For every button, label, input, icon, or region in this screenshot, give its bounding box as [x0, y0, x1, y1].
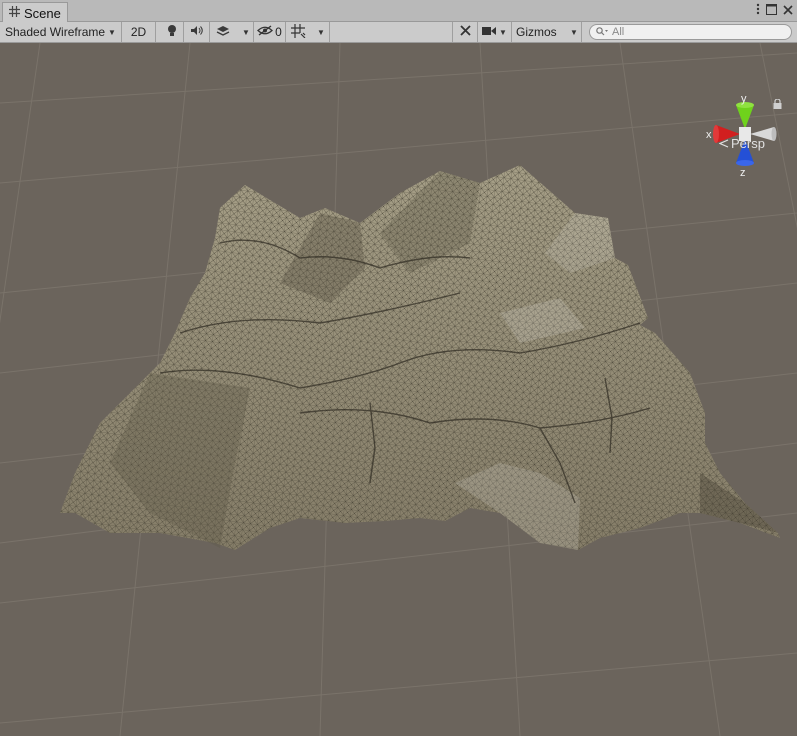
hidden-count: 0: [275, 25, 282, 39]
search-icon: [596, 25, 608, 39]
kebab-menu-icon[interactable]: [756, 3, 760, 18]
scene-viewport[interactable]: y x z Persp: [0, 43, 797, 736]
camera-icon: [482, 25, 497, 39]
window-tab-bar: Scene: [0, 0, 797, 23]
gizmos-button[interactable]: Gizmos: [512, 22, 564, 42]
scene-tab[interactable]: Scene: [2, 2, 68, 23]
toggle-2d-label: 2D: [130, 25, 147, 39]
audio-toggle[interactable]: [184, 22, 210, 42]
scene-tab-label: Scene: [24, 5, 61, 21]
camera-settings-dropdown[interactable]: ▼: [478, 22, 512, 42]
grid-icon: [9, 6, 20, 20]
grid-snap-icon: [290, 23, 306, 41]
chevron-down-icon: ▼: [108, 27, 116, 37]
chevron-down-icon: ▼: [570, 27, 578, 37]
draw-mode-dropdown[interactable]: Shaded Wireframe ▼: [0, 22, 122, 42]
toggle-2d-button[interactable]: 2D: [122, 22, 156, 42]
layers-icon: [216, 25, 230, 40]
maximize-icon[interactable]: [766, 3, 777, 18]
eye-slash-icon: [257, 25, 274, 39]
chevron-down-icon: ▼: [317, 27, 325, 37]
tools-toggle[interactable]: [452, 22, 478, 42]
close-icon[interactable]: [783, 3, 793, 18]
tools-icon: [459, 24, 472, 40]
gizmos-dropdown[interactable]: ▼: [564, 22, 582, 42]
draw-mode-label: Shaded Wireframe: [5, 25, 106, 39]
search-field[interactable]: [589, 24, 792, 40]
lightbulb-icon: [167, 24, 177, 40]
speaker-icon: [190, 25, 203, 39]
lock-icon[interactable]: [773, 98, 782, 112]
projection-label: Persp: [731, 136, 765, 151]
y-axis-handle[interactable]: [736, 102, 754, 129]
lighting-toggle[interactable]: [160, 22, 184, 42]
projection-toggle[interactable]: Persp: [718, 136, 765, 151]
chevron-down-icon: ▼: [242, 27, 250, 37]
terrain-mesh: [60, 165, 780, 550]
x-axis-label: x: [706, 129, 712, 141]
effects-toggle[interactable]: [210, 22, 236, 42]
hidden-objects-toggle[interactable]: 0: [254, 22, 286, 42]
grid-toggle[interactable]: [286, 22, 310, 42]
scene-toolbar: Shaded Wireframe ▼ 2D ▼ 0 ▼ ▼ Gizmos ▼ A…: [0, 22, 797, 43]
window-controls: [756, 3, 793, 18]
y-axis-label: y: [741, 93, 747, 105]
search-input[interactable]: [612, 26, 782, 38]
chevron-down-icon: ▼: [499, 27, 507, 37]
z-axis-label: z: [740, 167, 746, 179]
grid-dropdown[interactable]: ▼: [310, 22, 330, 42]
effects-dropdown[interactable]: ▼: [236, 22, 254, 42]
chevron-left-icon: [718, 136, 729, 151]
scene-render: y x z: [0, 43, 797, 736]
gizmos-label: Gizmos: [516, 25, 557, 39]
